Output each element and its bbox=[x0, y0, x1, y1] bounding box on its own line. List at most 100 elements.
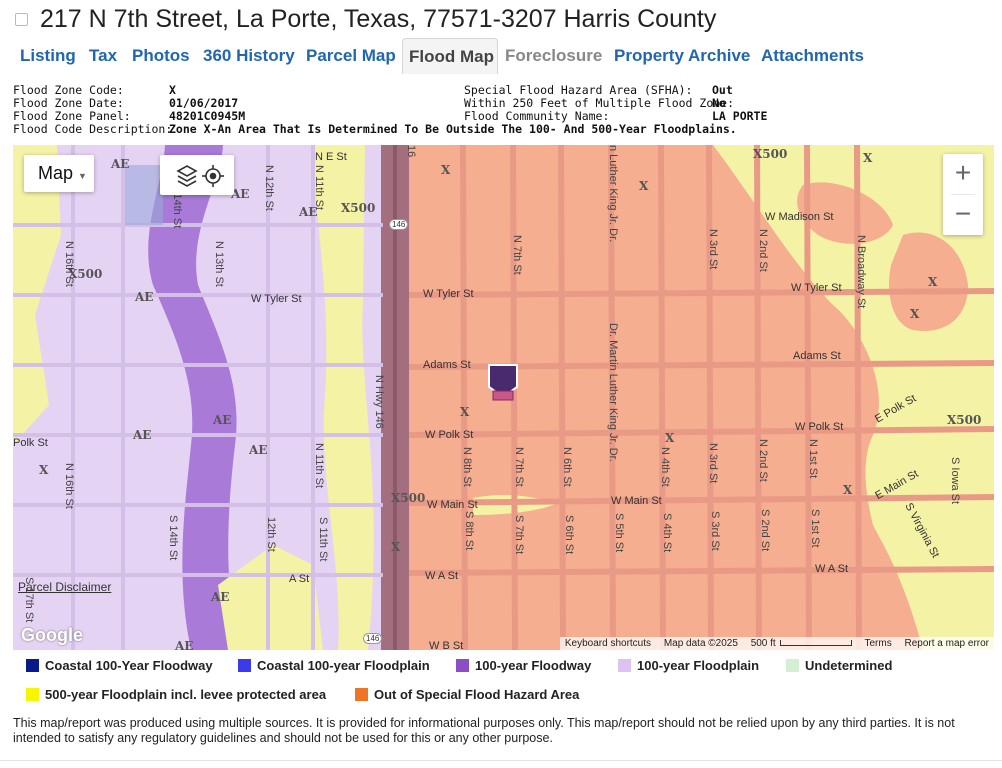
street-w-tyler: W Tyler St bbox=[423, 288, 474, 300]
zone-label-x: X bbox=[843, 483, 853, 497]
report-error-link[interactable]: Report a map error bbox=[900, 637, 994, 650]
street-s14: S 14th St bbox=[167, 515, 179, 561]
tab-360-history[interactable]: 360 History bbox=[203, 38, 295, 74]
street-n3-south: N 3rd St bbox=[707, 443, 719, 484]
street-s11: S 11th St bbox=[317, 517, 329, 562]
zone-label-x: X bbox=[863, 151, 873, 165]
flood-map[interactable]: AE AE AE X500 X500 AE AE AE AE X AE AE X… bbox=[13, 145, 994, 650]
tab-bar: Listing Tax Photos 360 History Parcel Ma… bbox=[13, 38, 993, 74]
street-n12: N 12th St bbox=[263, 165, 275, 211]
street-mlk: Dr. Martin Luther King Jr. Dr. bbox=[607, 323, 619, 462]
flood-info-left: Flood Zone Code: X Flood Zone Date: 01/0… bbox=[13, 83, 737, 140]
google-logo: Google bbox=[21, 625, 83, 645]
street-w-madison: W Madison St bbox=[765, 211, 834, 223]
street-n11-south: N 11th St bbox=[313, 443, 325, 489]
legend-label: Coastal 100-Year Floodway bbox=[45, 658, 213, 673]
street-s6: S 6th St bbox=[563, 515, 575, 555]
street-n16-south: N 16th St bbox=[63, 463, 75, 509]
zoom-out-button[interactable]: − bbox=[943, 195, 983, 235]
highway-shield-146-bottom: 146 bbox=[363, 633, 383, 644]
street-n-broadway: N Broadway St bbox=[855, 235, 867, 309]
highway-shield-146-top: 146 bbox=[389, 219, 409, 230]
zone-label-x: X bbox=[910, 307, 920, 321]
scale-label: 500 ft bbox=[750, 638, 776, 649]
street-n16: N 16th St bbox=[63, 241, 75, 287]
street-s-iowa: S Iowa St bbox=[949, 457, 961, 505]
zone-label-ae: AE bbox=[211, 590, 230, 604]
map-data-text: Map data ©2025 bbox=[663, 638, 738, 649]
locate-icon[interactable] bbox=[202, 165, 224, 187]
street-adams: Adams St bbox=[423, 359, 471, 371]
street-w-a-east: W A St bbox=[815, 563, 849, 575]
chevron-down-icon: ▼ bbox=[78, 171, 87, 181]
street-12th: 12th St bbox=[265, 517, 277, 552]
tab-tax[interactable]: Tax bbox=[89, 38, 117, 74]
zone-label-x500: X500 bbox=[341, 201, 376, 215]
tab-photos[interactable]: Photos bbox=[132, 38, 190, 74]
street-s3: S 3rd St bbox=[709, 511, 721, 551]
property-title: 217 N 7th Street, La Porte, Texas, 77571… bbox=[40, 5, 717, 33]
map-tools bbox=[160, 155, 234, 195]
legend-swatch bbox=[26, 688, 39, 701]
zone-label-ae: AE bbox=[111, 157, 130, 171]
tab-flood-map[interactable]: Flood Map bbox=[402, 38, 498, 74]
legend-label: 100-year Floodplain bbox=[637, 658, 760, 673]
map-attribution: Keyboard shortcuts Map data ©2025 500 ft… bbox=[559, 637, 994, 650]
tab-property-archive[interactable]: Property Archive bbox=[614, 38, 750, 74]
zone-label-ae: AE bbox=[135, 290, 154, 304]
zone-label-x500: X500 bbox=[753, 147, 788, 161]
street-ne: N E St bbox=[315, 151, 347, 163]
street-s5: S 5th St bbox=[613, 513, 625, 553]
legend-swatch bbox=[26, 659, 39, 672]
street-n3: N 3rd St bbox=[707, 229, 719, 270]
street-adams-east: Adams St bbox=[793, 350, 841, 362]
street-n6: N 6th St bbox=[561, 447, 573, 487]
street-w-tyler-east: W Tyler St bbox=[791, 282, 842, 294]
street-s2: S 2nd St bbox=[759, 509, 771, 552]
tab-attachments[interactable]: Attachments bbox=[761, 38, 864, 74]
community-name-value: LA PORTE bbox=[712, 109, 768, 123]
street-s4: S 4th St bbox=[661, 513, 673, 553]
map-scale: 500 ft bbox=[746, 637, 857, 650]
layers-icon[interactable] bbox=[176, 165, 198, 187]
zoom-in-button[interactable]: + bbox=[943, 154, 983, 194]
legend-swatch bbox=[456, 659, 469, 672]
street-n2: N 2nd St bbox=[757, 229, 769, 272]
legend-swatch bbox=[786, 659, 799, 672]
street-n7-south: N 7th St bbox=[513, 447, 525, 487]
legend-swatch bbox=[238, 659, 251, 672]
street-w-b: W B St bbox=[429, 640, 464, 650]
parcel-shade bbox=[125, 165, 163, 225]
street-n11: N 11th St bbox=[313, 165, 325, 211]
street-n1: N 1st St bbox=[807, 439, 819, 479]
zone-label-x: X bbox=[460, 405, 470, 419]
zone-label-x: X bbox=[391, 540, 401, 554]
map-tools-icons bbox=[176, 165, 224, 187]
legend-label: Undetermined bbox=[805, 658, 893, 673]
tab-parcel-map[interactable]: Parcel Map bbox=[306, 38, 396, 74]
legend-row-1: Coastal 100-Year Floodway Coastal 100-ye… bbox=[13, 658, 993, 674]
tab-foreclosure[interactable]: Foreclosure bbox=[505, 38, 602, 74]
street-s7: S 7th St bbox=[513, 515, 525, 555]
parcel-highlight bbox=[492, 390, 514, 401]
zone-label-x500: X500 bbox=[391, 491, 426, 505]
zone-label-ae: AE bbox=[213, 413, 232, 427]
street-n2-south: N 2nd St bbox=[757, 439, 769, 482]
street-w-main-east: W Main St bbox=[611, 495, 662, 507]
zone-label-x: X bbox=[665, 431, 675, 445]
keyboard-shortcuts-link[interactable]: Keyboard shortcuts bbox=[560, 637, 656, 650]
street-n13: N 13th St bbox=[213, 241, 225, 287]
tab-listing[interactable]: Listing bbox=[20, 38, 76, 74]
street-w-polk-east: W Polk St bbox=[795, 421, 844, 433]
legend-row-2: 500-year Floodplain incl. levee protecte… bbox=[13, 687, 993, 703]
street-w-tyler-west: W Tyler St bbox=[251, 293, 302, 305]
bottom-divider bbox=[0, 760, 1002, 761]
parcel-disclaimer-link[interactable]: Parcel Disclaimer bbox=[18, 580, 111, 594]
zoom-control: + − bbox=[943, 154, 983, 235]
map-type-button[interactable]: Map ▼ bbox=[24, 155, 94, 192]
zone-label-x: X bbox=[928, 275, 938, 289]
zone-label-x: X bbox=[441, 163, 451, 177]
terms-link[interactable]: Terms bbox=[860, 637, 897, 650]
select-checkbox[interactable] bbox=[15, 13, 28, 26]
legend-label: Coastal 100-year Floodplain bbox=[257, 658, 430, 673]
